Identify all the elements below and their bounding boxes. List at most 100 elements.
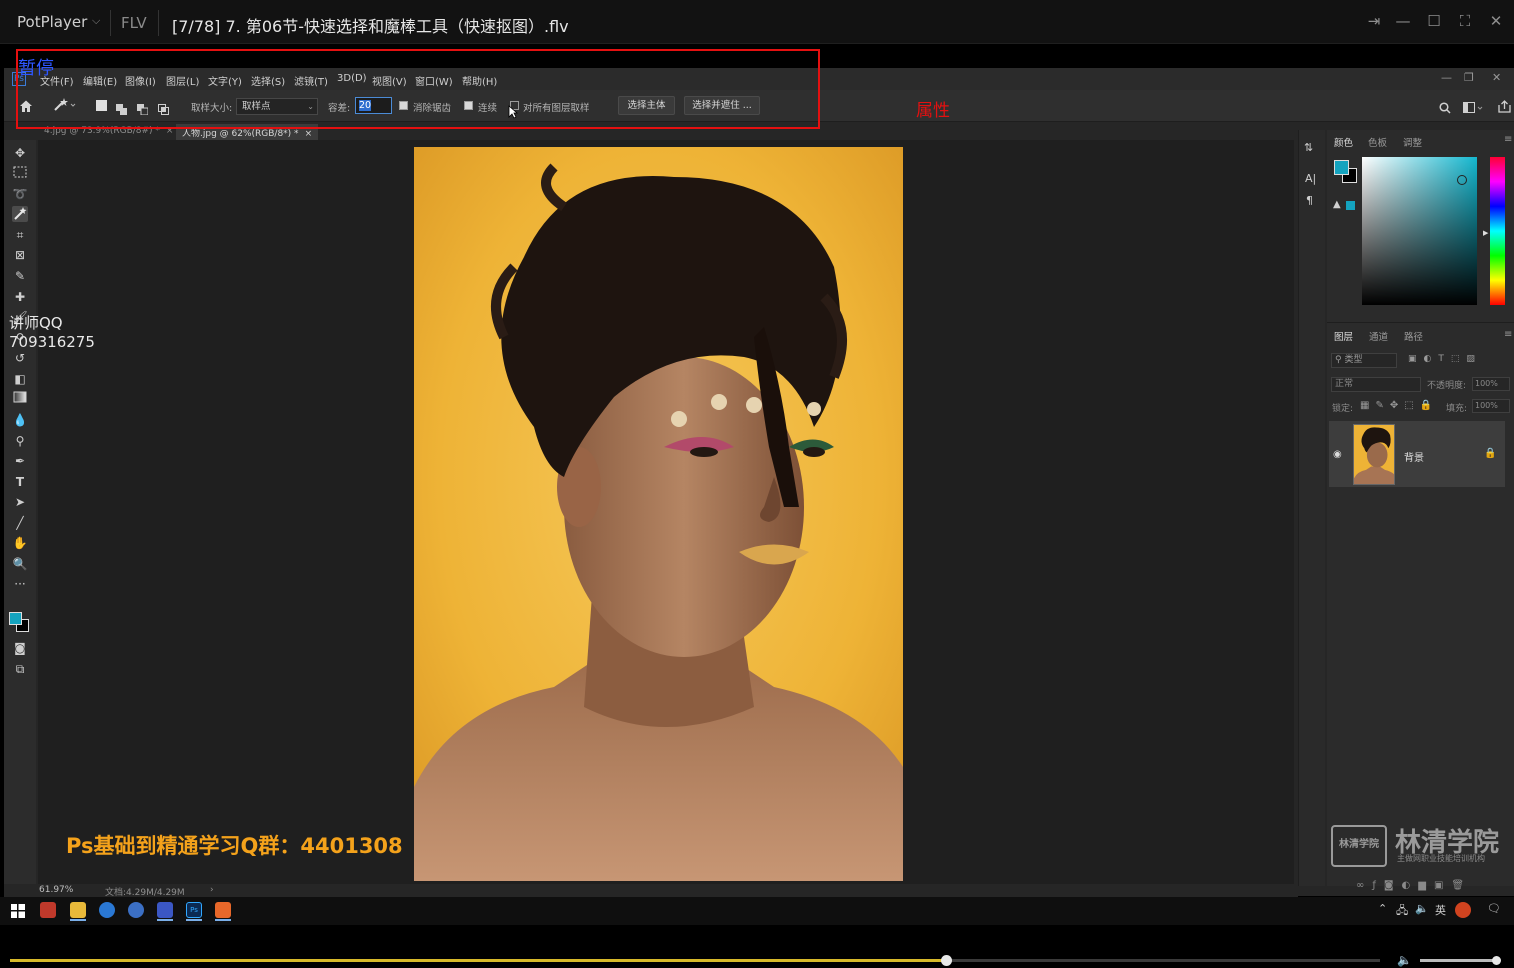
dodge-tool-icon[interactable]: ⚲ [12, 433, 28, 449]
tab-color[interactable]: 颜色 [1334, 135, 1353, 149]
watermark-badge: 林清学院 [1331, 825, 1387, 867]
app-blue-icon[interactable] [157, 902, 173, 918]
fill-input[interactable]: 100% [1472, 399, 1510, 413]
ime-indicator[interactable]: 英 [1435, 902, 1446, 918]
panel-menu-icon[interactable]: ≡ [1504, 329, 1512, 340]
share-icon[interactable] [1498, 98, 1511, 117]
pin-icon[interactable]: ⇥ [1364, 12, 1384, 30]
tray-chevron-icon[interactable]: ⌃ [1378, 902, 1387, 915]
layer-filter-icons[interactable]: ▣◐T⬚▨ [1408, 354, 1482, 364]
browser-edge-icon[interactable] [99, 902, 115, 918]
fullscreen-icon[interactable]: ⛶ [1455, 12, 1475, 30]
gamut-warning-icon: ▲ [1333, 199, 1341, 210]
divider [1327, 322, 1514, 323]
volume-slider[interactable] [1420, 959, 1500, 962]
history-panel-icon[interactable]: ⇅ [1304, 141, 1313, 154]
line-tool-icon[interactable]: ╱ [12, 515, 28, 531]
more-tools-icon[interactable]: ··· [12, 576, 28, 592]
chevron-right-icon[interactable]: › [210, 885, 214, 895]
hue-slider[interactable] [1490, 157, 1505, 305]
tab-channels[interactable]: 通道 [1369, 329, 1388, 343]
tab-paths[interactable]: 路径 [1404, 329, 1423, 343]
app-java-icon[interactable] [40, 902, 56, 918]
zoom-level[interactable]: 61.97% [39, 885, 73, 895]
speaker-icon[interactable]: 🔈 [1397, 953, 1412, 967]
ps-close-icon[interactable]: ✕ [1492, 71, 1501, 84]
lock-icons[interactable]: ▦✎✥⬚🔒 [1360, 400, 1438, 411]
hand-tool-icon[interactable]: ✋ [12, 535, 28, 551]
ps-restore-icon[interactable]: ❐ [1464, 71, 1474, 84]
paragraph-panel-icon[interactable]: ¶ [1306, 194, 1313, 207]
browser-icon[interactable] [128, 902, 144, 918]
panel-icon-strip [1298, 130, 1325, 886]
marquee-tool-icon[interactable] [12, 166, 28, 182]
highlight-rectangle [16, 49, 820, 129]
eye-icon[interactable]: ◉ [1333, 449, 1342, 460]
tab-swatches[interactable]: 色板 [1368, 135, 1387, 149]
seek-bar-fill [10, 959, 946, 962]
layer-thumbnail [1353, 424, 1395, 485]
healing-brush-tool-icon[interactable]: ✚ [12, 289, 28, 305]
fill-label: 填充: [1446, 404, 1468, 414]
pause-label: 暂停 [18, 58, 54, 79]
frame-tool-icon[interactable]: ⊠ [12, 247, 28, 263]
screen-mode-icon[interactable]: ⧉ [12, 661, 28, 677]
layer-filter-select[interactable]: ⚲ 类型 [1331, 353, 1397, 368]
blur-tool-icon[interactable]: 💧 [12, 412, 28, 428]
layer-actions[interactable]: ∞ƒ◙◐▆▣🗑 [1356, 880, 1472, 891]
divider [110, 10, 111, 36]
crop-tool-icon[interactable]: ⌗ [12, 227, 28, 243]
close-icon[interactable]: ✕ [1486, 12, 1506, 30]
history-brush-tool-icon[interactable]: ↺ [12, 350, 28, 366]
eyedropper-tool-icon[interactable]: ✎ [12, 268, 28, 284]
opacity-input[interactable]: 100% [1472, 377, 1510, 391]
potplayer-taskbar-icon[interactable] [215, 902, 231, 918]
quick-mask-icon[interactable]: ◙ [12, 640, 28, 656]
tab-adjustments[interactable]: 调整 [1403, 135, 1422, 149]
workspace-icon[interactable] [1463, 99, 1485, 118]
path-selection-tool-icon[interactable]: ➤ [12, 494, 28, 510]
pen-tool-icon[interactable]: ✒ [12, 453, 28, 469]
blend-mode-select[interactable]: 正常 [1331, 377, 1421, 392]
volume-icon[interactable]: 🔈 [1415, 902, 1429, 915]
panel-menu-icon[interactable]: ≡ [1504, 134, 1512, 145]
character-panel-icon[interactable]: A| [1305, 172, 1316, 185]
tab-label: 人物.jpg @ 62%(RGB/8*) * [182, 129, 299, 139]
hue-slider-handle[interactable]: ▶ [1483, 229, 1488, 237]
close-icon[interactable]: × [305, 129, 313, 139]
chevron-down-icon[interactable]: ⌵ [92, 14, 100, 28]
file-explorer-icon[interactable] [70, 902, 86, 918]
eraser-tool-icon[interactable]: ◧ [12, 371, 28, 387]
notification-icon[interactable]: 🗨 [1487, 902, 1501, 915]
windows-start-icon[interactable] [11, 903, 25, 922]
layer-name[interactable]: 背景 [1404, 449, 1424, 464]
magic-wand-tool-icon[interactable] [12, 206, 28, 222]
portrait-image[interactable] [414, 147, 903, 881]
lock-icon: 🔒 [1484, 448, 1497, 459]
minimize-icon[interactable]: — [1393, 12, 1413, 30]
lasso-tool-icon[interactable]: ➰ [12, 186, 28, 202]
opacity-label: 不透明度: [1427, 381, 1467, 391]
active-indicator [186, 919, 202, 921]
foreground-color-swatch[interactable] [9, 612, 22, 625]
move-tool-icon[interactable]: ✥ [12, 145, 28, 161]
network-icon[interactable]: 🖧 [1396, 902, 1408, 921]
color-panel-fg-swatch[interactable] [1334, 160, 1349, 175]
type-tool-icon[interactable]: T [12, 474, 28, 490]
zoom-tool-icon[interactable]: 🔍 [12, 556, 28, 572]
ps-minimize-icon[interactable]: — [1441, 71, 1452, 84]
seek-handle[interactable] [940, 955, 952, 966]
file-title: [7/78] 7. 第06节-快速选择和魔棒工具（快速抠图）.flv [172, 17, 569, 36]
photoshop-taskbar-icon[interactable]: Ps [186, 902, 202, 918]
active-indicator [157, 919, 173, 921]
gradient-tool-icon[interactable] [12, 391, 28, 407]
search-icon[interactable] [1439, 99, 1451, 118]
volume-handle[interactable] [1492, 956, 1501, 965]
web-safe-color-icon[interactable] [1346, 201, 1355, 210]
player-menu-button[interactable]: PotPlayer [17, 13, 87, 31]
color-picker-cursor[interactable] [1457, 175, 1467, 185]
lock-label: 锁定: [1332, 404, 1354, 414]
tray-app-icon[interactable] [1455, 902, 1471, 918]
maximize-icon[interactable]: ☐ [1424, 12, 1444, 30]
tab-layers[interactable]: 图层 [1334, 329, 1353, 343]
